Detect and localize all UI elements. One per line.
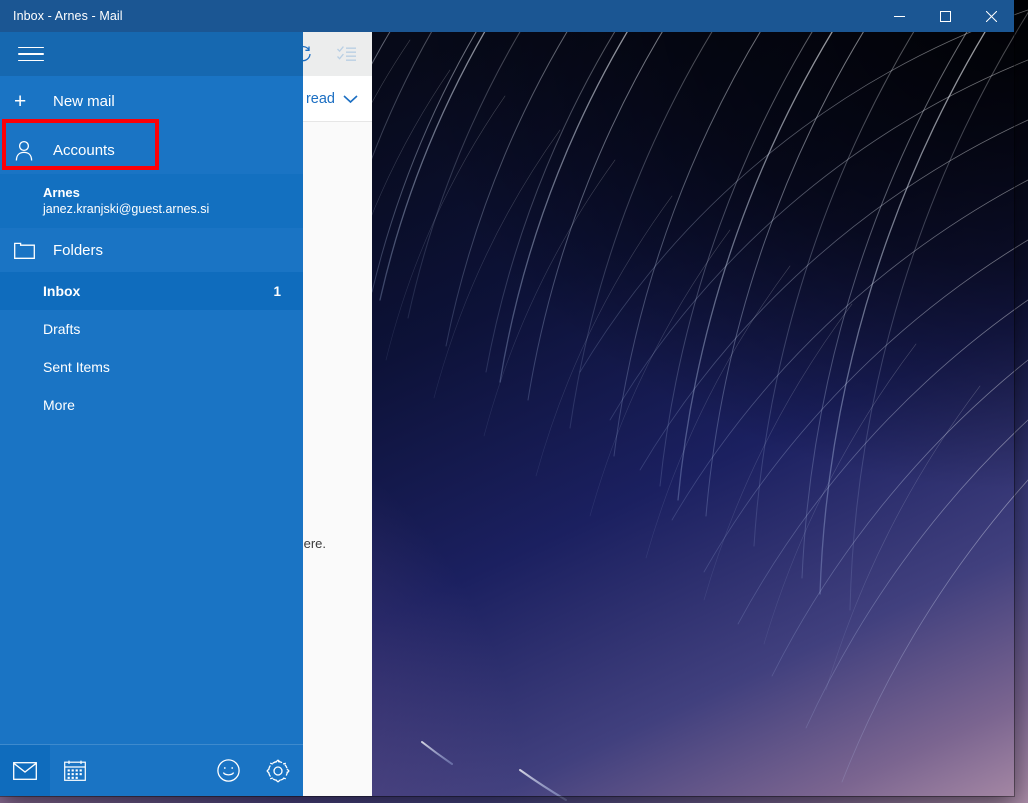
- settings-gear-icon[interactable]: [253, 745, 303, 796]
- folder-unread-count: 1: [273, 283, 281, 299]
- sidebar-bottom-bar: [0, 744, 303, 796]
- close-button[interactable]: [968, 0, 1014, 32]
- account-list-item[interactable]: Arnes janez.kranjski@guest.arnes.si: [0, 174, 303, 228]
- sidebar-folder-more[interactable]: More: [0, 386, 303, 424]
- hamburger-menu-icon[interactable]: [14, 39, 48, 69]
- window-title: Inbox - Arnes - Mail: [13, 9, 123, 23]
- folder-label: Drafts: [43, 321, 81, 337]
- minimize-button[interactable]: [876, 0, 922, 32]
- maximize-button[interactable]: [922, 0, 968, 32]
- mail-window: Inbox - Arnes - Mail read here. + New ma…: [0, 0, 1014, 796]
- content-gap: [303, 32, 372, 796]
- calendar-icon[interactable]: [50, 745, 100, 796]
- feedback-smiley-icon[interactable]: [203, 745, 253, 796]
- folder-label: More: [43, 397, 75, 413]
- sidebar-item-folders[interactable]: Folders: [0, 228, 303, 272]
- title-bar: Inbox - Arnes - Mail: [0, 0, 1014, 32]
- bottom-bar-spacer: [100, 745, 203, 796]
- sidebar-item-accounts[interactable]: Accounts: [0, 126, 303, 174]
- sidebar-folder-drafts[interactable]: Drafts: [0, 310, 303, 348]
- folder-label: Sent Items: [43, 359, 110, 375]
- window-caption-buttons: [876, 0, 1014, 32]
- new-mail-label: New mail: [53, 92, 115, 110]
- hamburger-row: [0, 32, 303, 76]
- folder-icon: [14, 242, 44, 259]
- screen: Inbox - Arnes - Mail read here. + New ma…: [0, 0, 1028, 803]
- folder-label: Inbox: [43, 283, 81, 299]
- sidebar-spacer: [0, 424, 303, 744]
- navigation-sidebar: + New mail Accounts Arnes janez.kranjski…: [0, 32, 303, 796]
- sidebar-folder-sent-items[interactable]: Sent Items: [0, 348, 303, 386]
- person-icon: [14, 140, 44, 161]
- new-mail-button[interactable]: + New mail: [0, 76, 303, 126]
- plus-icon: +: [14, 89, 27, 113]
- account-email: janez.kranjski@guest.arnes.si: [43, 201, 210, 216]
- mail-icon[interactable]: [0, 745, 50, 796]
- account-name: Arnes: [43, 184, 80, 200]
- accounts-label: Accounts: [53, 141, 115, 159]
- sidebar-folder-inbox[interactable]: Inbox 1: [0, 272, 303, 310]
- folders-label: Folders: [53, 241, 104, 259]
- window-body: read here. + New mail Accounts Arnes jan…: [0, 32, 1014, 796]
